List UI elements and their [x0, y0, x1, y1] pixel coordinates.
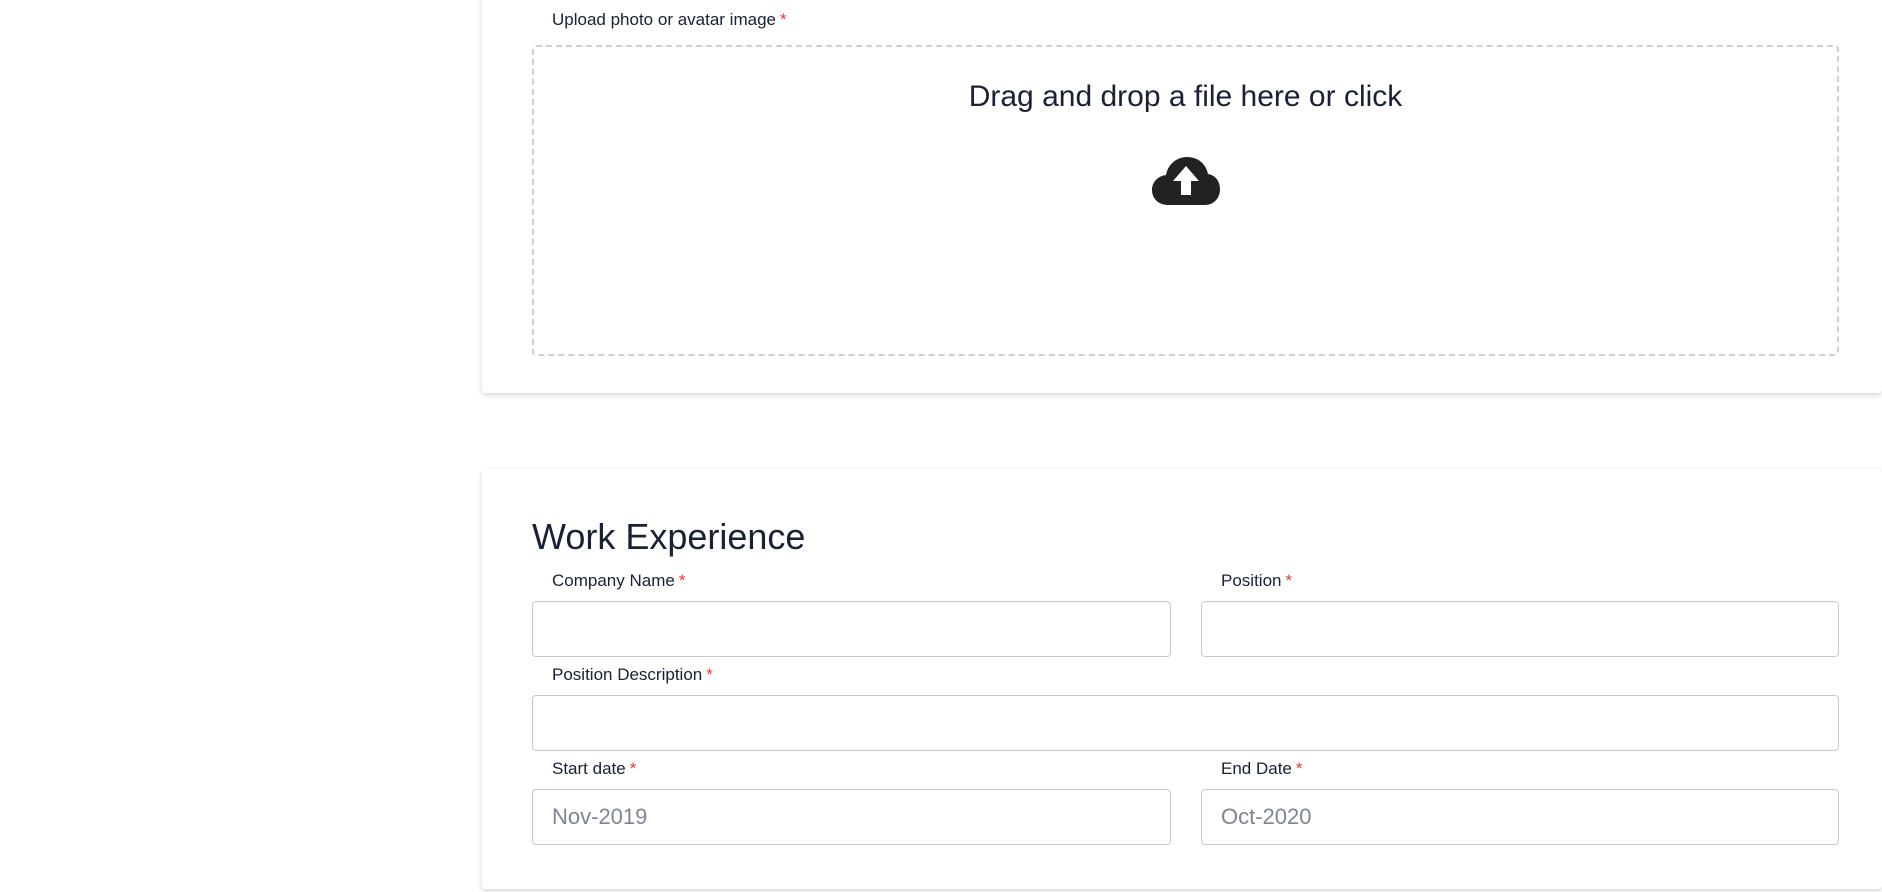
position-input[interactable] — [1201, 601, 1839, 657]
required-marker: * — [706, 665, 713, 684]
upload-label: Upload photo or avatar image * — [552, 10, 787, 30]
required-marker: * — [779, 10, 787, 29]
position-description-label-text: Position Description — [552, 665, 703, 684]
cloud-upload-icon — [1152, 157, 1220, 205]
section-title: Work Experience — [532, 516, 806, 557]
end-date-label-text: End Date — [1221, 759, 1292, 778]
required-marker: * — [629, 759, 637, 778]
file-dropzone[interactable]: Drag and drop a file here or click — [532, 45, 1839, 356]
company-name-input[interactable] — [532, 601, 1171, 657]
start-date-input[interactable] — [532, 789, 1171, 845]
required-marker: * — [1295, 759, 1303, 778]
position-label: Position * — [1221, 571, 1292, 591]
upload-label-text: Upload photo or avatar image — [552, 10, 776, 29]
end-date-input[interactable] — [1201, 789, 1839, 845]
required-marker: * — [678, 571, 686, 590]
dropzone-text: Drag and drop a file here or click — [968, 80, 1403, 113]
company-name-label-text: Company Name — [552, 571, 675, 590]
start-date-label-text: Start date — [552, 759, 626, 778]
start-date-label: Start date * — [552, 759, 636, 779]
position-description-label: Position Description * — [552, 665, 713, 685]
company-name-label: Company Name * — [552, 571, 685, 591]
end-date-label: End Date * — [1221, 759, 1303, 779]
required-marker: * — [1285, 571, 1293, 590]
position-description-input[interactable] — [532, 695, 1839, 751]
position-label-text: Position — [1221, 571, 1282, 590]
